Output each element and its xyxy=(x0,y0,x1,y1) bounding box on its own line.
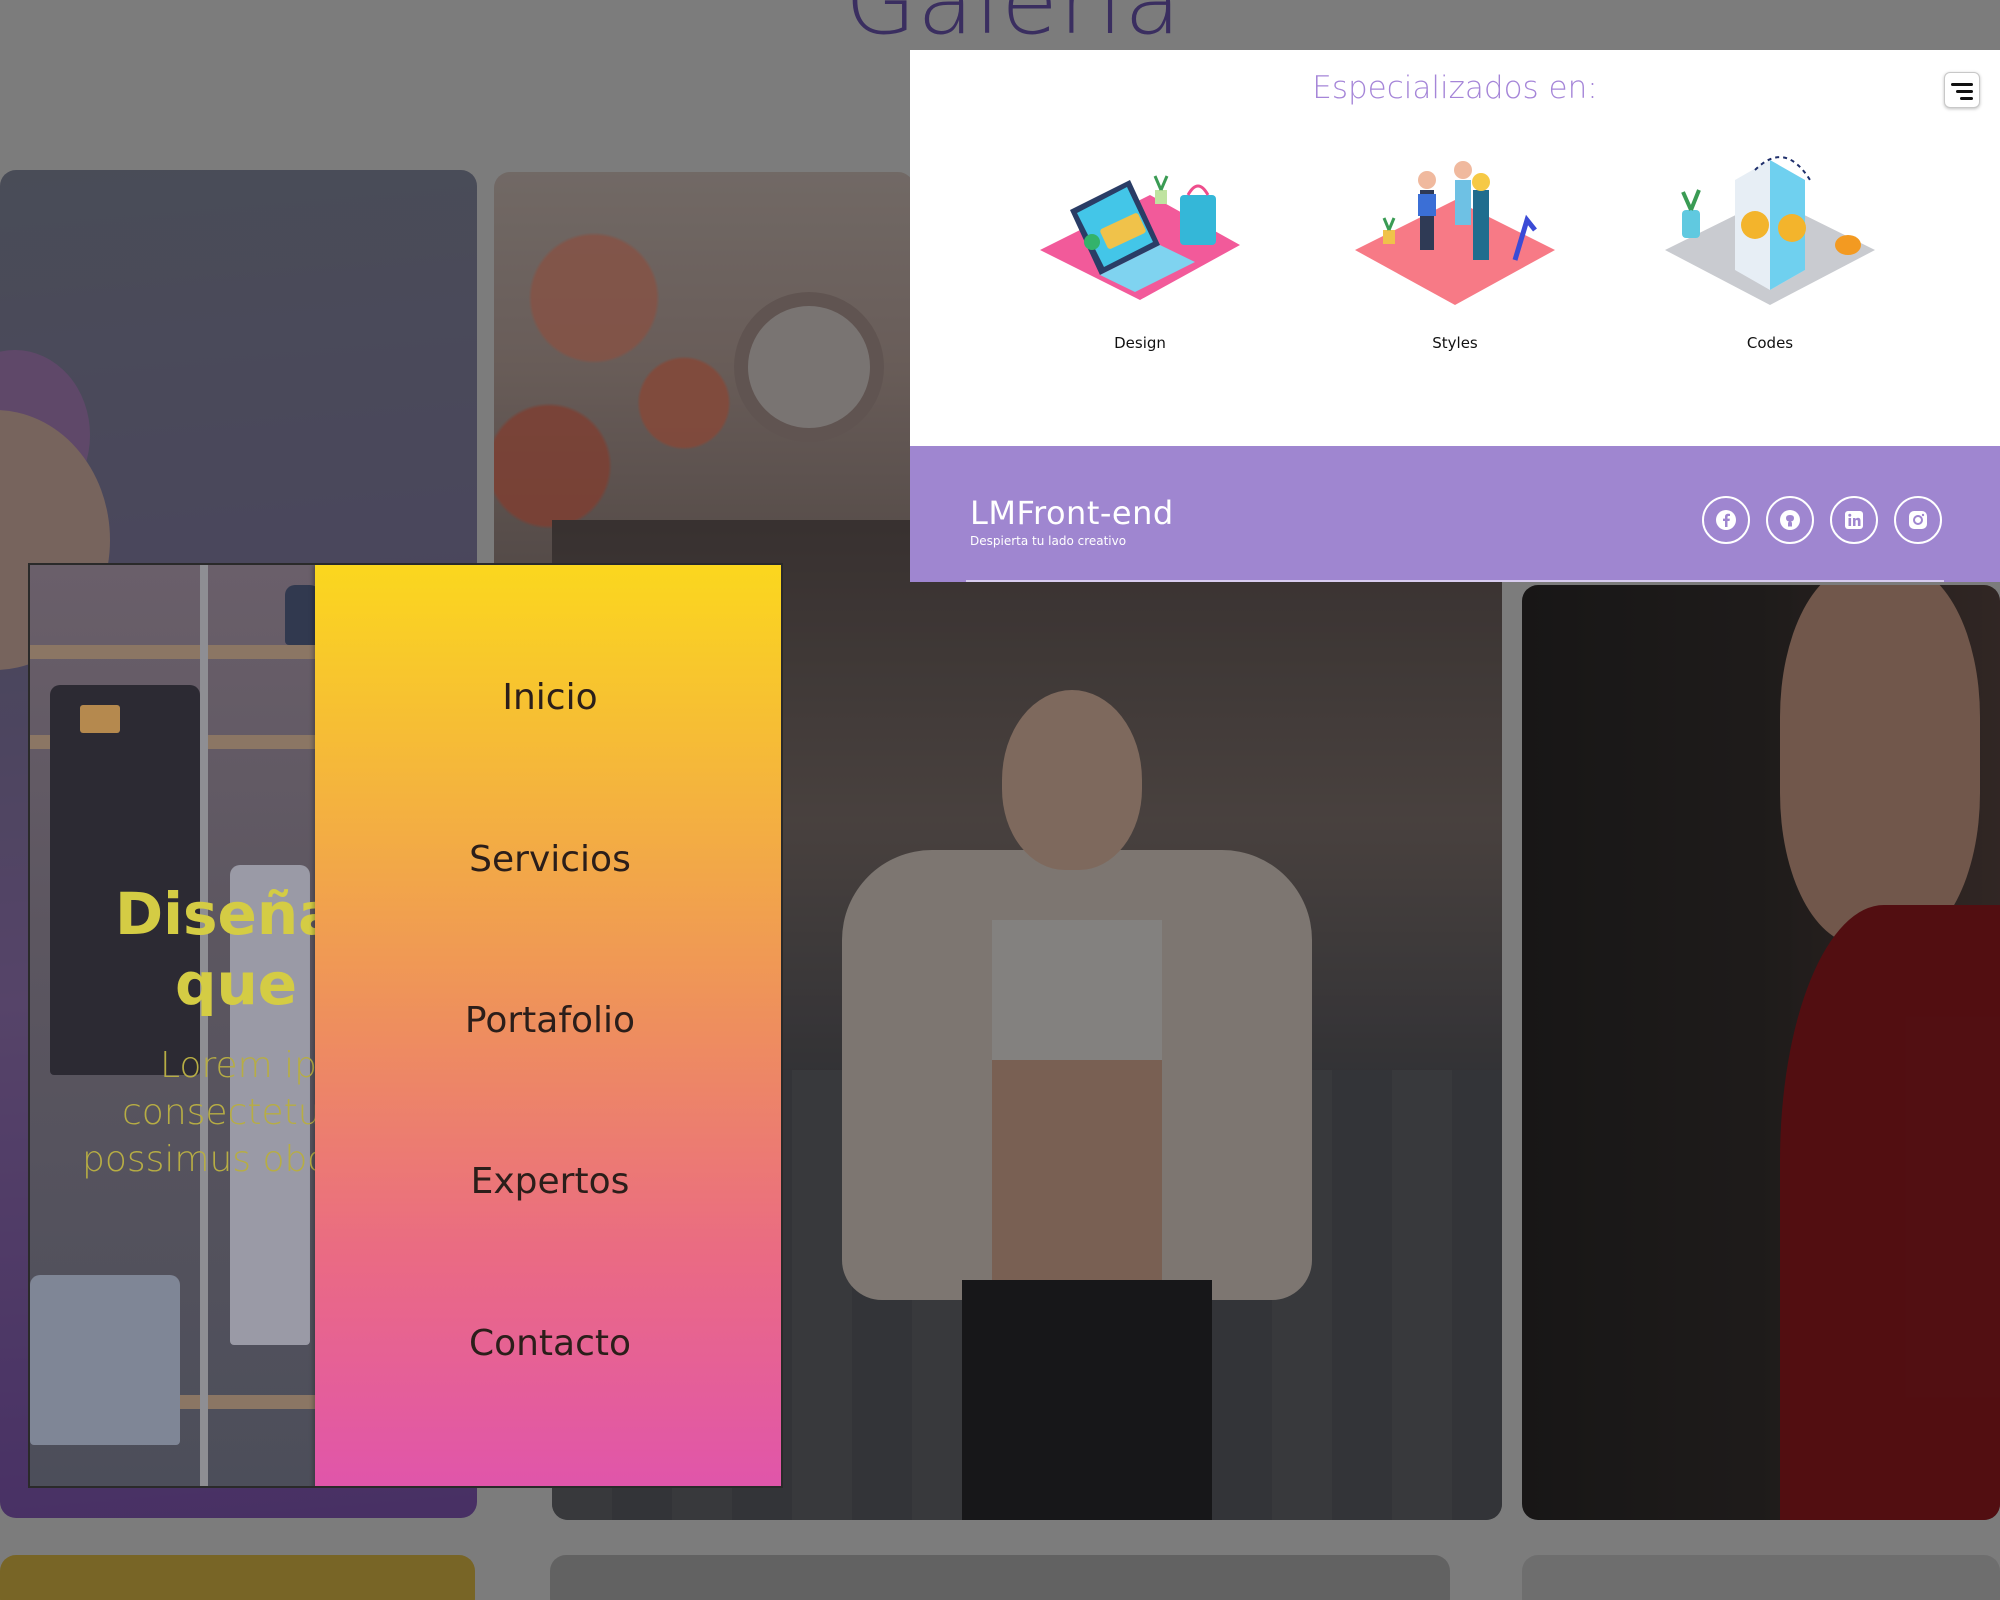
footer-band: LMFront-end Despierta tu lado creativo xyxy=(910,446,2000,582)
team-celebration-isometric-icon xyxy=(1355,161,1555,305)
hero-card: Diseña que t Lorem ip consectetu possimu… xyxy=(28,563,783,1488)
instagram-link[interactable] xyxy=(1894,496,1942,544)
laptop-card-isometric-icon xyxy=(1040,175,1240,300)
spec-label-design: Design xyxy=(1114,334,1166,352)
spec-label-styles: Styles xyxy=(1432,334,1478,352)
footer-divider xyxy=(966,580,1944,582)
brand-name[interactable]: LMFront-end xyxy=(970,494,1174,532)
hero-paragraph-line2: consectetu xyxy=(122,1092,321,1133)
instagram-icon xyxy=(1909,511,1927,529)
spec-label-codes: Codes xyxy=(1746,334,1794,352)
specialized-card: Especializados en: Design Styles Codes xyxy=(910,50,2000,446)
spec-item-design: Design xyxy=(1030,150,1250,352)
nav-item-inicio[interactable]: Inicio xyxy=(315,677,781,718)
menu-toggle-button[interactable] xyxy=(1944,72,1980,108)
hero-paragraph-line3: possimus obc xyxy=(82,1139,328,1180)
nav-item-contacto[interactable]: Contacto xyxy=(315,1323,781,1364)
navigation-menu: Inicio Servicios Portafolio Expertos Con… xyxy=(315,565,781,1486)
nav-item-expertos[interactable]: Expertos xyxy=(315,1161,781,1202)
brand-tagline: Despierta tu lado creativo xyxy=(970,534,1127,548)
github-link[interactable] xyxy=(1766,496,1814,544)
phone-coins-isometric-icon xyxy=(1665,156,1875,305)
spec-item-codes: Codes xyxy=(1660,150,1880,352)
specialized-title: Especializados en: xyxy=(1312,70,1598,106)
nav-item-portafolio[interactable]: Portafolio xyxy=(315,1000,781,1041)
facebook-link[interactable] xyxy=(1702,496,1750,544)
nav-item-servicios[interactable]: Servicios xyxy=(315,839,781,880)
spec-item-styles: Styles xyxy=(1345,150,1565,352)
facebook-icon xyxy=(1716,510,1736,530)
linkedin-link[interactable] xyxy=(1830,496,1878,544)
github-icon xyxy=(1780,510,1800,530)
social-links xyxy=(1702,496,1942,544)
hero-paragraph-line1: Lorem ip xyxy=(160,1045,317,1086)
linkedin-icon xyxy=(1845,511,1863,529)
hero-heading-line1: Diseña xyxy=(115,880,338,948)
